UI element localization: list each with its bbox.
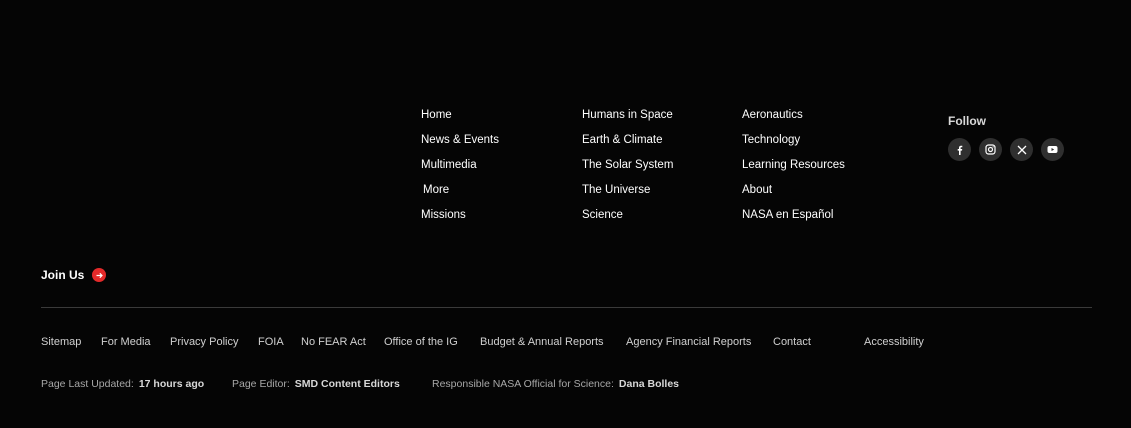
meta-responsible-official: Responsible NASA Official for Science: Da…	[432, 378, 679, 390]
meta-last-updated-value: 17 hours ago	[138, 378, 205, 390]
link-agency-financial-reports[interactable]: Agency Financial Reports	[626, 336, 751, 348]
link-contact[interactable]: Contact	[773, 336, 811, 348]
nav-link-solar-system[interactable]: The Solar System	[582, 158, 673, 183]
follow-section: Follow	[948, 114, 1064, 161]
footer-divider	[41, 307, 1092, 308]
nav-link-universe[interactable]: The Universe	[582, 183, 673, 208]
instagram-icon[interactable]	[979, 138, 1002, 161]
nav-link-learning-resources[interactable]: Learning Resources	[742, 158, 845, 183]
meta-last-updated: Page Last Updated: 17 hours ago	[41, 378, 204, 390]
link-for-media[interactable]: For Media	[101, 336, 151, 348]
nav-link-science[interactable]: Science	[582, 208, 673, 233]
footer-nav-column-2: Humans in Space Earth & Climate The Sola…	[582, 108, 673, 233]
meta-responsible-official-value: Dana Bolles	[618, 378, 680, 390]
meta-page-editor-label: Page Editor:	[232, 378, 290, 390]
facebook-icon[interactable]	[948, 138, 971, 161]
nav-link-news-events[interactable]: News & Events	[421, 133, 499, 158]
meta-last-updated-label: Page Last Updated:	[41, 378, 134, 390]
link-budget-annual-reports[interactable]: Budget & Annual Reports	[480, 336, 604, 348]
footer-nav-column-3: Aeronautics Technology Learning Resource…	[742, 108, 845, 233]
meta-page-editor: Page Editor: SMD Content Editors	[232, 378, 400, 390]
nav-link-home[interactable]: Home	[421, 108, 499, 133]
nav-link-about[interactable]: About	[742, 183, 845, 208]
link-privacy-policy[interactable]: Privacy Policy	[170, 336, 238, 348]
nav-link-missions[interactable]: Missions	[421, 208, 499, 233]
link-foia[interactable]: FOIA	[258, 336, 284, 348]
nav-link-more[interactable]: More	[423, 183, 499, 208]
nav-link-nasa-en-espanol[interactable]: NASA en Español	[742, 208, 845, 233]
link-office-of-the-ig[interactable]: Office of the IG	[384, 336, 458, 348]
meta-page-editor-value: SMD Content Editors	[294, 378, 400, 390]
join-us-label: Join Us	[41, 268, 85, 282]
nav-link-technology[interactable]: Technology	[742, 133, 845, 158]
youtube-icon[interactable]	[1041, 138, 1064, 161]
meta-responsible-official-label: Responsible NASA Official for Science:	[432, 378, 614, 390]
nav-link-multimedia[interactable]: Multimedia	[421, 158, 499, 183]
nav-link-earth-climate[interactable]: Earth & Climate	[582, 133, 673, 158]
site-footer: Home News & Events Multimedia More Missi…	[0, 0, 1131, 428]
link-accessibility[interactable]: Accessibility	[864, 336, 924, 348]
follow-title: Follow	[948, 114, 986, 128]
nav-link-aeronautics[interactable]: Aeronautics	[742, 108, 845, 133]
x-icon[interactable]	[1010, 138, 1033, 161]
footer-nav-column-1: Home News & Events Multimedia More Missi…	[421, 108, 499, 233]
link-sitemap[interactable]: Sitemap	[41, 336, 81, 348]
nav-link-humans-in-space[interactable]: Humans in Space	[582, 108, 673, 133]
join-us-link[interactable]: Join Us	[41, 268, 107, 282]
arrow-right-icon	[92, 268, 107, 282]
link-no-fear-act[interactable]: No FEAR Act	[301, 336, 366, 348]
social-links	[948, 138, 1064, 161]
